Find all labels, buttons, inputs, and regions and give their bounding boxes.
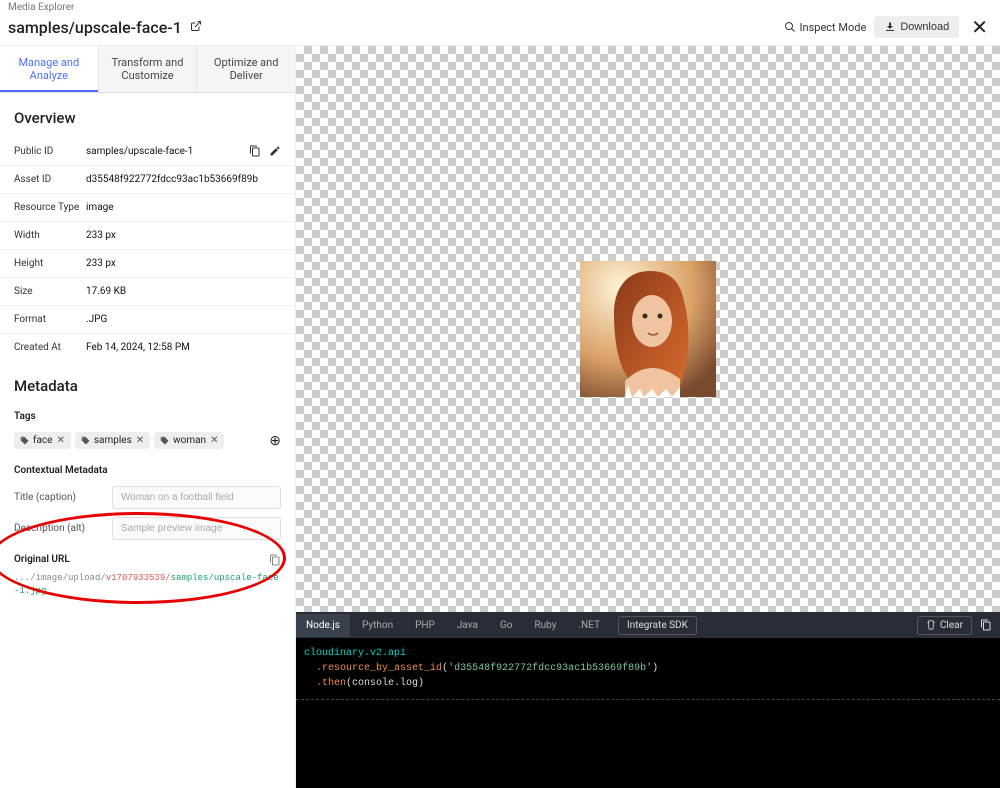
row-asset-id-label: Asset ID [14,174,86,185]
row-width-label: Width [14,230,86,241]
close-button[interactable]: ✕ [971,15,988,39]
description-alt-label: Description (alt) [14,523,104,534]
tab-manage-analyze[interactable]: Manage andAnalyze [0,46,99,92]
row-created-at-label: Created At [14,342,86,353]
tag-face-remove[interactable]: ✕ [56,435,64,446]
row-resource-type-label: Resource Type [14,202,86,213]
row-height-label: Height [14,258,86,269]
copy-url-icon[interactable] [269,554,281,566]
integrate-sdk-button[interactable]: Integrate SDK [618,616,697,635]
tag-woman-remove[interactable]: ✕ [210,435,218,446]
row-asset-id-value: d35548f922772fdcc93ac1b53669f89b [86,174,281,185]
tag-icon [20,436,29,445]
code-tab-nodejs[interactable]: Node.js [296,614,350,637]
add-tag-button[interactable]: ⊕ [269,433,281,449]
title-caption-label: Title (caption) [14,492,104,503]
page-title: samples/upscale-face-1 [8,18,182,37]
tab-optimize-deliver[interactable]: Optimize andDeliver [197,46,295,92]
row-format-value: .JPG [86,314,281,325]
tag-icon [81,436,90,445]
row-height-value: 233 px [86,258,281,269]
tag-face[interactable]: face ✕ [14,432,71,449]
code-tab-dotnet[interactable]: .NET [568,614,610,637]
row-size-value: 17.69 KB [86,286,281,297]
row-created-at-value: Feb 14, 2024, 12:58 PM [86,342,281,353]
row-public-id-label: Public ID [14,146,86,157]
sidebar: Manage andAnalyze Transform andCustomize… [0,46,296,788]
row-format-label: Format [14,314,86,325]
inspect-icon [784,21,796,33]
description-alt-input[interactable] [112,517,281,540]
tab-transform-customize[interactable]: Transform andCustomize [99,46,198,92]
row-size-label: Size [14,286,86,297]
overview-heading: Overview [0,93,295,137]
code-tab-go[interactable]: Go [490,614,523,637]
edit-icon[interactable] [269,145,281,157]
preview-canvas[interactable] [296,46,1000,612]
tag-samples[interactable]: samples ✕ [75,432,150,449]
download-icon [884,21,896,33]
tag-face-label: face [33,435,52,446]
row-resource-type-value: image [86,202,281,213]
code-tab-python[interactable]: Python [352,614,403,637]
metadata-heading: Metadata [0,361,295,405]
row-width-value: 233 px [86,230,281,241]
original-url-value: .../image/upload/v1707933539/samples/ups… [14,572,281,597]
code-tab-php[interactable]: PHP [405,614,445,637]
preview-image [580,261,716,397]
tag-woman-label: woman [173,435,206,446]
clear-icon [926,620,936,630]
tags-label: Tags [0,405,295,428]
copy-icon[interactable] [249,145,261,157]
download-label: Download [900,21,949,33]
inspect-mode-label: Inspect Mode [800,21,867,34]
clear-button[interactable]: Clear [917,616,972,635]
code-panel: Node.js Python PHP Java Go Ruby .NET Int… [296,612,1000,788]
download-button[interactable]: Download [874,16,959,38]
code-body: cloudinary.v2.api .resource_by_asset_id(… [296,638,1000,700]
tag-samples-label: samples [94,435,132,446]
header-bar: samples/upscale-face-1 Inspect Mode Down… [0,13,1000,46]
copy-code-icon[interactable] [980,619,992,631]
tag-icon [160,436,169,445]
contextual-metadata-heading: Contextual Metadata [0,459,295,482]
app-label: Media Explorer [0,0,1000,13]
clear-label: Clear [940,620,963,631]
inspect-mode-link[interactable]: Inspect Mode [784,21,867,34]
code-tab-java[interactable]: Java [447,614,488,637]
tag-samples-remove[interactable]: ✕ [136,435,144,446]
code-tab-ruby[interactable]: Ruby [524,614,566,637]
row-public-id-value: samples/upscale-face-1 [86,146,249,157]
original-url-heading: Original URL [14,554,70,566]
open-external-icon[interactable] [190,20,202,35]
title-caption-input[interactable] [112,486,281,509]
tag-woman[interactable]: woman ✕ [154,432,224,449]
